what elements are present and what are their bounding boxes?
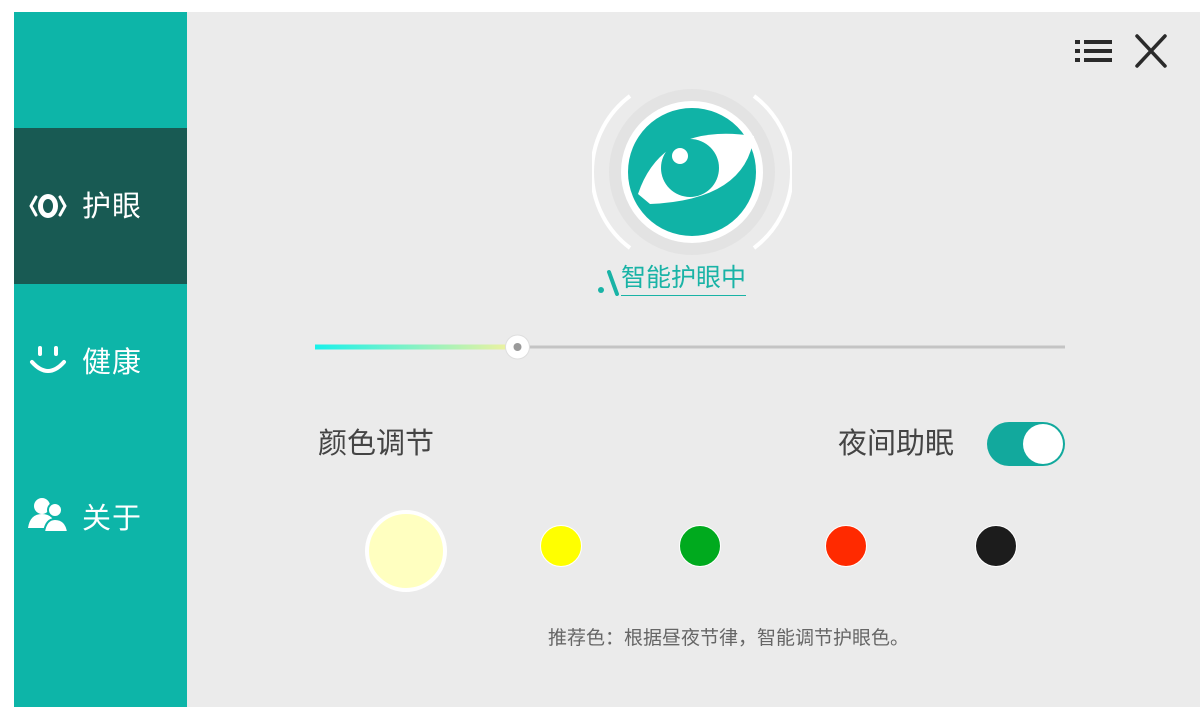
color-swatch[interactable] xyxy=(679,525,721,567)
color-adjust-label: 颜色调节 xyxy=(318,426,435,460)
sidebar-item-health[interactable]: 健康 xyxy=(14,284,187,440)
loading-icon xyxy=(598,270,619,296)
main-panel: 智能护眼中 颜色调节 夜间助眠 推荐色：根据昼夜节律，智能调节护眼色。 xyxy=(187,12,1200,707)
close-icon xyxy=(1135,34,1167,68)
status-link[interactable]: 智能护眼中 xyxy=(597,260,747,296)
menu-button[interactable] xyxy=(1073,34,1115,70)
sidebar-item-label: 护眼 xyxy=(82,189,143,223)
night-mode-toggle[interactable] xyxy=(987,422,1065,466)
color-swatch[interactable] xyxy=(825,525,867,567)
users-icon xyxy=(28,498,68,533)
eye-logo xyxy=(592,89,792,255)
brightness-slider[interactable] xyxy=(315,332,1075,362)
menu-icon xyxy=(1075,40,1112,62)
status-text: 智能护眼中 xyxy=(621,262,747,296)
slider-fill xyxy=(315,344,518,350)
tip-text: 推荐色：根据昼夜节律，智能调节护眼色。 xyxy=(547,627,909,649)
app-window: 护眼 健康 关于 智能护眼中 颜色调节 夜间助眠 推荐色：根据昼夜节律，智能调节… xyxy=(14,12,1200,707)
sidebar-item-about[interactable]: 关于 xyxy=(14,440,187,596)
smile-icon xyxy=(30,346,66,373)
close-button[interactable] xyxy=(1131,34,1173,70)
sidebar: 护眼 健康 关于 xyxy=(14,12,187,707)
night-mode-label: 夜间助眠 xyxy=(838,426,955,460)
eye-icon xyxy=(29,194,67,218)
color-swatch[interactable] xyxy=(975,525,1017,567)
color-swatch[interactable] xyxy=(540,525,582,567)
slider-thumb[interactable] xyxy=(505,334,530,360)
color-swatch[interactable] xyxy=(365,510,447,592)
sidebar-item-label: 关于 xyxy=(82,501,143,535)
toggle-knob xyxy=(1023,424,1063,464)
sidebar-item-eye-care[interactable]: 护眼 xyxy=(14,128,187,284)
sidebar-item-label: 健康 xyxy=(82,345,143,379)
